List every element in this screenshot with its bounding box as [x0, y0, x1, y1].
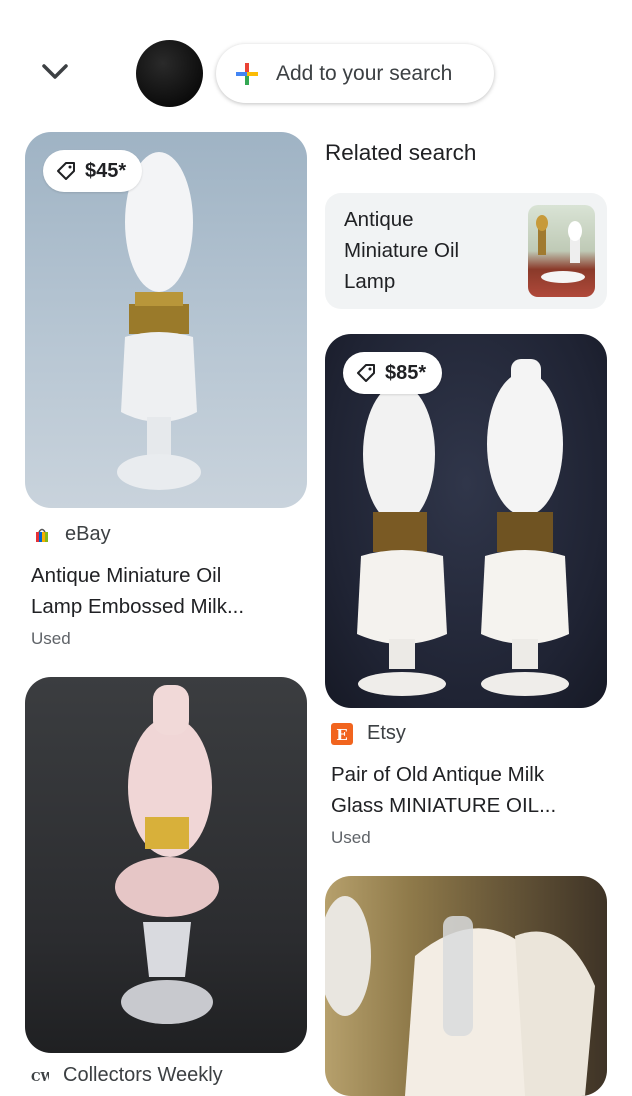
chevron-down-icon: [42, 64, 68, 79]
condition-label: Used: [31, 629, 71, 648]
price-badge: $85*: [343, 352, 443, 394]
svg-text:CW: CW: [31, 1070, 49, 1084]
related-search-line: Lamp: [344, 270, 396, 293]
product-title-line: Glass MINIATURE OIL...: [331, 794, 557, 817]
source-link[interactable]: E Etsy: [331, 722, 406, 745]
product-title-line: Antique Miniature Oil: [31, 564, 222, 587]
add-to-search-label: Add to your search: [276, 61, 453, 85]
etsy-icon: E: [331, 722, 353, 745]
product-title-line: Pair of Old Antique Milk: [331, 763, 545, 786]
source-name: eBay: [65, 523, 111, 545]
price-value: $85*: [385, 361, 427, 384]
tag-icon: [357, 364, 375, 382]
condition-label: Used: [331, 828, 371, 847]
product-title[interactable]: Antique Miniature Oil Lamp Embossed Milk…: [31, 560, 291, 622]
source-link[interactable]: eBay: [33, 523, 111, 546]
svg-text:E: E: [336, 726, 347, 744]
pink-oil-lamp-image: [115, 685, 219, 1024]
plus-icon: [236, 62, 258, 85]
collapse-button[interactable]: [36, 56, 76, 88]
related-search-thumbnail: [528, 205, 595, 297]
related-search-line: Miniature Oil: [344, 239, 460, 262]
related-search-line: Antique: [344, 208, 414, 231]
price-value: $45*: [85, 159, 127, 182]
related-search-heading: Related search: [325, 140, 477, 165]
product-image[interactable]: [25, 677, 307, 1053]
tag-icon: [57, 162, 75, 180]
related-lamps-image: [536, 215, 585, 283]
search-image-thumbnail[interactable]: [136, 40, 203, 107]
product-title-line: Lamp Embossed Milk...: [31, 595, 245, 618]
add-to-search-button[interactable]: Add to your search: [216, 44, 494, 103]
source-name: Collectors Weekly: [63, 1064, 223, 1086]
ebay-bag-icon: [36, 528, 48, 542]
related-search-label: Antique Miniature Oil Lamp: [344, 204, 514, 297]
source-name: Etsy: [367, 722, 406, 744]
product-image[interactable]: [325, 876, 607, 1096]
lamp-shade-image: [325, 896, 595, 1096]
collectors-weekly-icon: CW: [31, 1070, 49, 1084]
product-title[interactable]: Pair of Old Antique Milk Glass MINIATURE…: [331, 759, 591, 821]
price-badge: $45*: [43, 150, 143, 192]
source-link[interactable]: CW Collectors Weekly: [31, 1064, 223, 1087]
